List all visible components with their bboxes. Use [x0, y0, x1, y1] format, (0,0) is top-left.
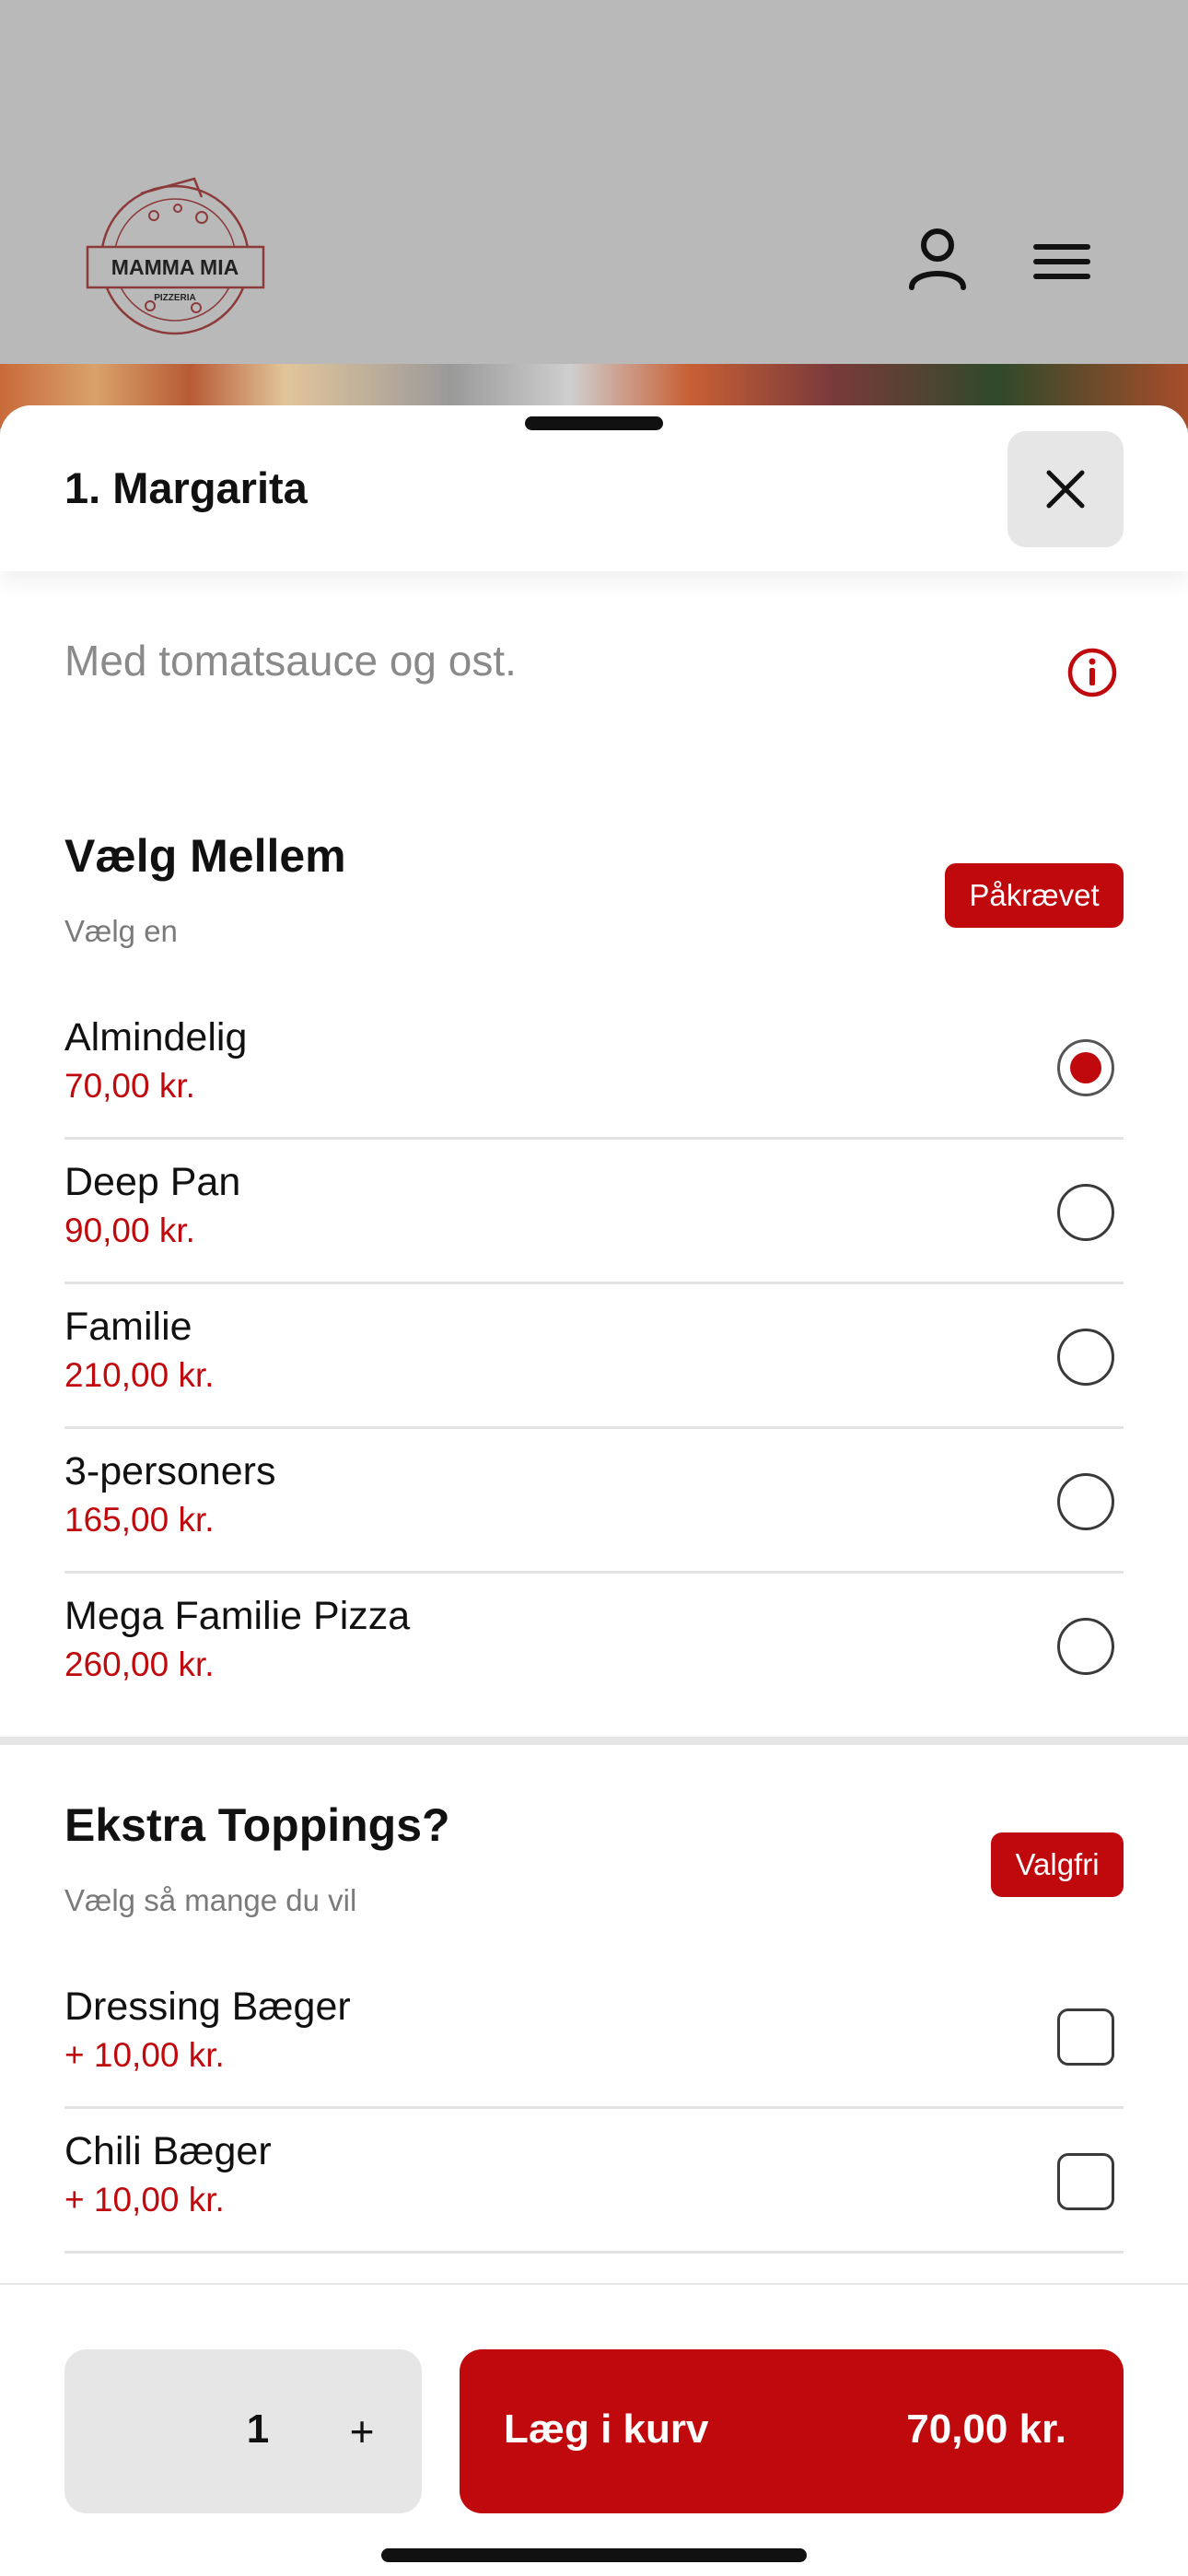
cart-footer: 1 + Læg i kurv 70,00 kr. — [0, 2283, 1188, 2576]
option-name: Deep Pan — [64, 1160, 241, 1204]
size-option-mega-familie[interactable]: Mega Familie Pizza 260,00 kr. — [64, 1574, 1124, 1718]
quantity-value: 1 — [246, 2406, 270, 2452]
size-option-3-personers[interactable]: 3-personers 165,00 kr. — [64, 1429, 1124, 1574]
sheet-grabber[interactable] — [525, 416, 663, 430]
info-icon[interactable] — [1066, 647, 1118, 698]
option-name: Almindelig — [64, 1015, 248, 1060]
app-header: MAMMA MIA PIZZERIA — [0, 0, 1188, 364]
close-icon — [1046, 470, 1085, 509]
option-price: 165,00 kr. — [64, 1501, 215, 1539]
section-divider — [0, 1737, 1188, 1745]
option-price: 70,00 kr. — [64, 1067, 195, 1105]
product-sheet: 1. Margarita Med tomatsauce og ost. Vælg… — [0, 405, 1188, 2576]
add-to-cart-button[interactable]: Læg i kurv 70,00 kr. — [460, 2349, 1124, 2513]
radio-button[interactable] — [1057, 1618, 1114, 1675]
topping-option-chili[interactable]: Chili Bæger + 10,00 kr. — [64, 2109, 1124, 2254]
toppings-section-subtitle: Vælg så mange du vil — [64, 1883, 357, 1917]
sheet-header: 1. Margarita — [0, 405, 1188, 571]
option-name: Dressing Bæger — [64, 1985, 351, 2029]
size-option-deep-pan[interactable]: Deep Pan 90,00 kr. — [64, 1140, 1124, 1284]
add-to-cart-price: 70,00 kr. — [906, 2406, 1066, 2452]
option-name: 3-personers — [64, 1449, 276, 1493]
size-option-almindelig[interactable]: Almindelig 70,00 kr. — [64, 995, 1124, 1140]
option-price: + 10,00 kr. — [64, 2036, 225, 2074]
close-button[interactable] — [1007, 431, 1124, 547]
option-price: + 10,00 kr. — [64, 2181, 225, 2219]
increment-button[interactable]: + — [330, 2399, 394, 2464]
topping-option-dressing[interactable]: Dressing Bæger + 10,00 kr. — [64, 1964, 1124, 2109]
option-name: Mega Familie Pizza — [64, 1594, 411, 1638]
mamma-mia-logo[interactable]: MAMMA MIA PIZZERIA — [86, 177, 265, 338]
svg-text:MAMMA MIA: MAMMA MIA — [111, 255, 239, 279]
product-description: Med tomatsauce og ost. — [64, 637, 517, 685]
radio-button[interactable] — [1057, 1473, 1114, 1530]
quantity-stepper[interactable]: 1 + — [64, 2349, 422, 2513]
option-price: 90,00 kr. — [64, 1212, 195, 1249]
option-name: Chili Bæger — [64, 2129, 272, 2173]
svg-text:PIZZERIA: PIZZERIA — [154, 293, 196, 303]
toppings-section-title: Ekstra Toppings? — [64, 1799, 450, 1851]
size-section-title: Vælg Mellem — [64, 830, 346, 882]
size-option-familie[interactable]: Familie 210,00 kr. — [64, 1284, 1124, 1429]
radio-button[interactable] — [1057, 1329, 1114, 1386]
user-icon[interactable] — [901, 221, 974, 295]
home-indicator[interactable] — [381, 2548, 807, 2562]
add-to-cart-label: Læg i kurv — [504, 2406, 709, 2452]
option-price: 260,00 kr. — [64, 1645, 215, 1683]
size-section-subtitle: Vælg en — [64, 914, 178, 948]
radio-button[interactable] — [1057, 1184, 1114, 1241]
hamburger-menu-icon[interactable] — [1026, 221, 1100, 295]
checkbox[interactable] — [1057, 2153, 1114, 2210]
optional-badge: Valgfri — [991, 1832, 1124, 1897]
product-title: 1. Margarita — [64, 463, 308, 512]
radio-selected[interactable] — [1057, 1039, 1114, 1096]
checkbox[interactable] — [1057, 2008, 1114, 2066]
option-price: 210,00 kr. — [64, 1356, 215, 1394]
option-name: Familie — [64, 1305, 192, 1349]
required-badge: Påkrævet — [945, 863, 1124, 928]
